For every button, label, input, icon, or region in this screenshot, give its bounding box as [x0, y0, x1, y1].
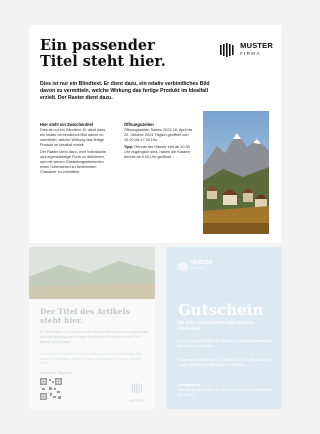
opening-hours-heading: Öffnungszeiten	[124, 122, 154, 127]
coupon-logo: MUSTER FIRMA	[178, 261, 212, 271]
coupon-logo-sub: FIRMA	[191, 266, 205, 270]
coupon-title: Gutschein	[178, 301, 264, 319]
flyer-top: Ein passender Titel steht hier. MUSTER F…	[29, 25, 281, 243]
article-logo-text: MUSTER	[129, 399, 145, 403]
qr-label: Weiter im Original	[40, 371, 71, 375]
muster-firma-logo: MUSTER FIRMA	[219, 42, 273, 58]
tip-label: Tipp:	[124, 145, 134, 149]
logo-sub-text: FIRMA	[240, 51, 261, 56]
column-text: Dies ist nur ein Blindtext. Er dient daz…	[40, 128, 107, 147]
article-lead: Er dient dazu, ein relativ verbindliches…	[40, 330, 150, 344]
article-photo	[29, 247, 155, 299]
logo-main-text: MUSTER	[240, 41, 273, 50]
coupon-label: Gültigkeit: ab	[178, 383, 201, 387]
article-logo: MUSTER	[127, 381, 147, 403]
article-title: Der Titel des Artikels steht hier.	[40, 307, 130, 325]
coupon-flyer: MUSTER FIRMA Gutschein für eine Jahreska…	[166, 247, 281, 409]
article-flyer: Der Titel des Artikels steht hier. Er di…	[29, 247, 155, 409]
qr-code-icon	[40, 378, 62, 400]
logo-bars-icon	[178, 261, 188, 271]
article-text: Dies ist nur ein Blindtext. Er dient daz…	[40, 352, 142, 366]
column-heading: Hier steht ein Zwischentitel	[40, 122, 94, 127]
opening-hours-text: Öffnungszeiten Saison 2024 18. April bis…	[124, 128, 193, 142]
document-page: Ein passender Titel steht hier. MUSTER F…	[0, 0, 306, 434]
tip-body: Öbnobt der Häuser erst ab 10.00 Uhr zugä…	[124, 145, 190, 159]
coupon-text: Gutschein einzulösen bis 31. Oktober 202…	[178, 358, 272, 367]
flyer-column-right: Öffnungszeiten Öffnungszeiten Saison 202…	[124, 122, 194, 162]
mountain-village-photo	[203, 111, 269, 234]
coupon-text: Dies ist nur ein Blindtext. Er dient daz…	[178, 388, 274, 397]
coupon-text: Dies ist nur ein Blindtext. Er dient daz…	[178, 339, 274, 348]
logo-bars-icon	[131, 383, 142, 394]
flyer-column-left: Hier steht ein Zwischentitel Dies ist nu…	[40, 122, 110, 177]
tip-text: Tipp: Öbnobt der Häuser erst ab 10.00 Uh…	[124, 145, 194, 160]
column-text: Der Raster dient dazu, eine individuelle…	[40, 150, 107, 174]
flyer-lead: Dies ist nur ein Blindtext. Er dient daz…	[40, 81, 210, 101]
flyer-title: Ein passender Titel steht hier.	[40, 37, 166, 70]
coupon-subtitle: für eine Jahreskarte 2023 und ein Frühst…	[178, 321, 254, 332]
logo-bars-icon	[220, 43, 234, 57]
